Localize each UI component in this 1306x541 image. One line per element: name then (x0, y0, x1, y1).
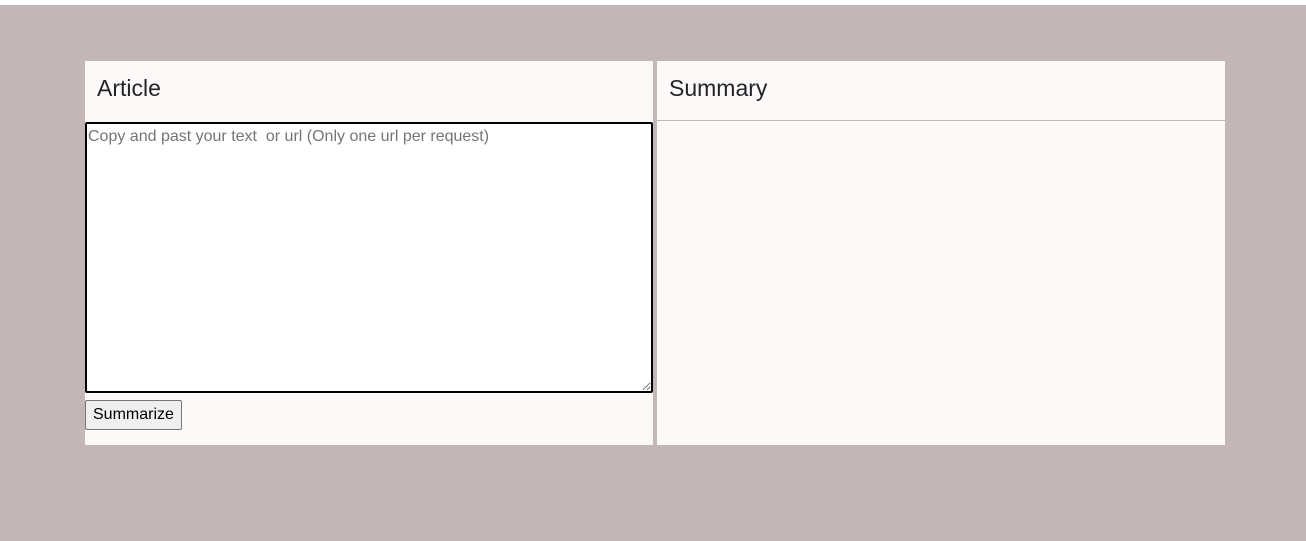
summary-panel: Summary (657, 61, 1225, 445)
article-heading: Article (97, 75, 161, 101)
summarize-button[interactable]: Summarize (85, 400, 182, 430)
article-input[interactable] (85, 122, 653, 393)
summary-heading: Summary (657, 61, 1225, 121)
article-panel: Article Summarize (85, 61, 653, 445)
summary-output (657, 122, 1225, 445)
